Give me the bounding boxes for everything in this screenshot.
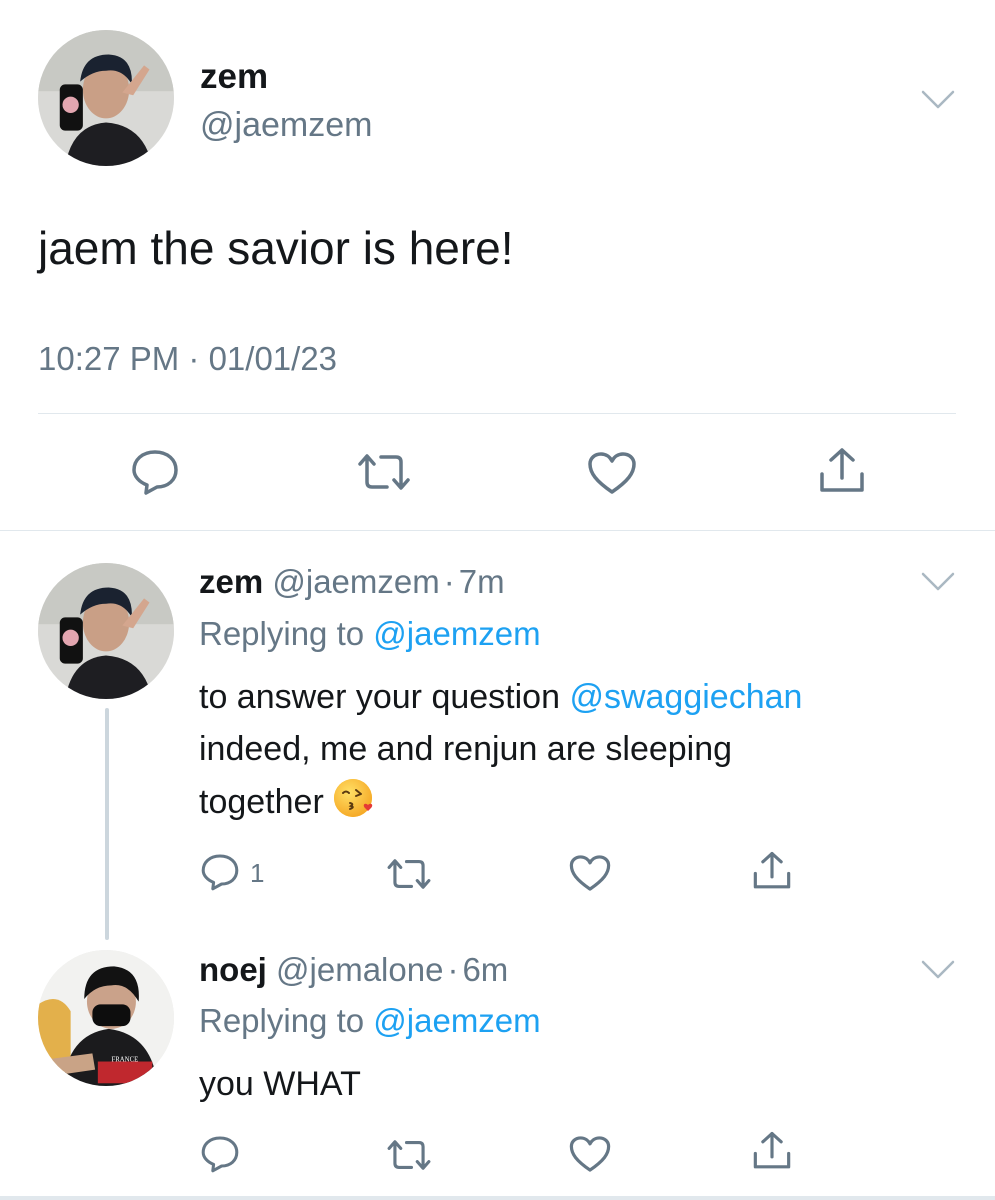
tweet-text-part: to answer your question [199,678,560,716]
svg-text:FRANCE: FRANCE [111,1057,138,1064]
tweet-text: you WHAT [199,1065,361,1103]
tweet-age[interactable]: 6m [462,951,508,988]
like-icon[interactable] [586,450,638,496]
replying-to: Replying to @jaemzem [199,1001,541,1041]
reply-header: zem @jaemzem · 7m [199,562,505,602]
time-separator: · [447,951,459,988]
author-handle[interactable]: @jaemzem [272,563,439,600]
tweet-text-line: together [199,775,378,828]
retweet-icon[interactable] [385,857,433,891]
share-icon[interactable] [818,446,866,496]
tweet-age[interactable]: 7m [459,563,505,600]
share-icon[interactable] [752,850,792,892]
replying-label: Replying to [199,1002,365,1039]
share-icon[interactable] [752,1130,792,1172]
face-blowing-kiss-emoji [332,775,378,821]
divider [0,530,995,531]
mention-link[interactable]: @swaggiechan [569,678,802,716]
reply-icon[interactable] [200,852,240,892]
mention-link[interactable]: @jaemzem [373,615,540,652]
like-icon[interactable] [568,853,612,893]
like-icon[interactable] [568,1134,612,1174]
chevron-down-icon[interactable] [920,958,956,982]
author-handle[interactable]: @jemalone [276,951,443,988]
retweet-icon[interactable] [355,452,413,492]
tweet-text-part: together [199,783,324,821]
chevron-down-icon[interactable] [920,88,956,112]
tweet-timestamp[interactable]: 10:27 PM · 01/01/23 [38,337,337,381]
reply-icon[interactable] [200,1134,240,1174]
tweet-text-line: indeed, me and renjun are sleeping [199,730,733,768]
chevron-down-icon[interactable] [920,570,956,594]
avatar[interactable] [38,30,174,166]
author-handle[interactable]: @jaemzem [200,104,372,146]
author-name[interactable]: noej [199,951,267,988]
tweet-text: to answer your question @swaggiechan [199,671,802,723]
divider [38,413,956,414]
replying-label: Replying to [199,615,365,652]
thread-connector [105,708,109,940]
time-separator: · [443,563,455,600]
tweet-text: jaem the savior is here! [38,222,514,274]
author-name[interactable]: zem [200,56,268,98]
reply-count: 1 [250,858,265,888]
avatar[interactable] [38,563,174,699]
author-name[interactable]: zem [199,563,263,600]
reply-header: noej @jemalone · 6m [199,950,508,990]
mention-link[interactable]: @jaemzem [373,1002,540,1039]
divider [0,1196,995,1200]
reply-icon[interactable] [130,448,180,496]
replying-to: Replying to @jaemzem [199,614,541,654]
avatar[interactable]: FRANCE [38,950,174,1086]
retweet-icon[interactable] [385,1138,433,1172]
